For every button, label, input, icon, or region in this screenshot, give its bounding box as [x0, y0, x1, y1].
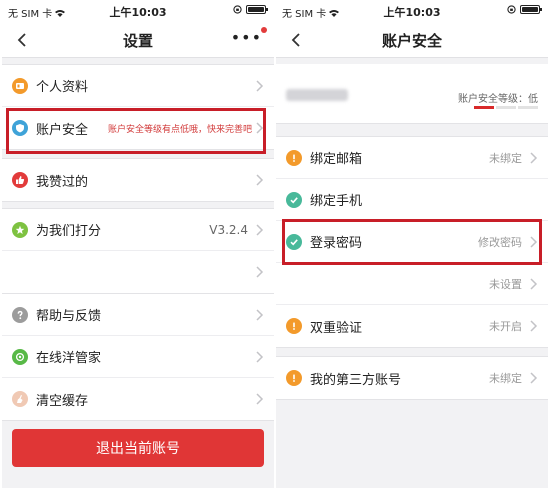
highlight-box [282, 219, 542, 265]
page-title: 账户安全 [381, 32, 442, 50]
chevron-right-icon [256, 309, 264, 321]
nav-bar: 账户安全 [276, 22, 548, 58]
app-version: V3.2.4 [209, 222, 248, 237]
security-group-third-party: 我的第三方账号 未绑定 [276, 356, 548, 400]
security-item-blank[interactable]: 未设置 [276, 263, 548, 305]
chevron-right-icon [256, 266, 264, 278]
more-icon[interactable]: ••• [231, 30, 262, 46]
settings-item-label: 为我们打分 [36, 224, 102, 239]
settings-group-likes: 我赞过的 [2, 158, 274, 202]
blurred-username [286, 89, 348, 101]
security-item-status: 未绑定 [489, 372, 522, 385]
status-bar: 无 SIM 卡 上午10:03 [2, 0, 274, 22]
settings-item-rate[interactable]: 为我们打分 V3.2.4 [2, 209, 274, 251]
chevron-right-icon [256, 174, 264, 186]
security-item-email[interactable]: 绑定邮箱 未绑定 [276, 137, 548, 179]
settings-item-label: 在线洋管家 [36, 351, 102, 366]
battery-icon [246, 5, 268, 14]
settings-item-label: 我赞过的 [36, 174, 89, 190]
help-icon [12, 306, 28, 323]
nav-bar: 设置 ••• [2, 22, 274, 58]
chevron-right-icon [530, 372, 538, 384]
chevron-right-icon [530, 320, 538, 332]
check-icon [286, 191, 302, 208]
settings-item-blank[interactable] [2, 251, 274, 293]
security-item-2fa[interactable]: 双重验证 未开启 [276, 305, 548, 347]
id-card-icon [12, 77, 28, 94]
chevron-right-icon [256, 351, 264, 363]
star-icon [12, 221, 28, 238]
notification-dot [261, 27, 267, 33]
chevron-right-icon [530, 152, 538, 164]
settings-group-support: 帮助与反馈 在线洋管家 清空缓存 [2, 293, 274, 421]
warning-icon [286, 370, 302, 386]
security-item-label: 绑定手机 [310, 194, 363, 209]
chevron-right-icon [530, 278, 538, 290]
highlight-box [6, 108, 266, 154]
account-security-screen: 无 SIM 卡 上午10:03 账户安全 账户安全等级：低 绑定邮箱 未绑定 绑… [276, 0, 548, 488]
settings-item-service[interactable]: 在线洋管家 [2, 336, 274, 378]
chevron-right-icon [256, 224, 264, 236]
settings-item-cache[interactable]: 清空缓存 [2, 378, 274, 420]
warning-icon [286, 318, 302, 334]
thumbs-up-icon [12, 172, 28, 188]
broom-icon [12, 391, 28, 407]
security-item-label: 双重验证 [310, 320, 363, 336]
rotation-lock-icon [507, 5, 516, 14]
rotation-lock-icon [233, 5, 242, 14]
security-item-label: 我的第三方账号 [310, 372, 402, 388]
security-level-bar [474, 106, 538, 109]
chat-icon [12, 348, 28, 365]
chevron-right-icon [256, 80, 264, 92]
settings-item-label: 清空缓存 [36, 393, 89, 409]
security-item-status: 未绑定 [489, 151, 522, 165]
security-item-phone[interactable]: 绑定手机 [276, 179, 548, 221]
security-level-label: 账户安全等级：低 [458, 94, 538, 105]
settings-screen: 无 SIM 卡 上午10:03 设置 ••• 个人资料 账户安全 账户安全等级有… [2, 0, 274, 488]
security-item-status: 未设置 [489, 277, 522, 291]
warning-icon [286, 149, 302, 166]
settings-item-liked[interactable]: 我赞过的 [2, 159, 274, 201]
settings-item-label: 帮助与反馈 [36, 309, 102, 324]
security-item-third-party[interactable]: 我的第三方账号 未绑定 [276, 357, 548, 399]
battery-icon [520, 5, 542, 14]
account-summary: 账户安全等级：低 [276, 64, 548, 124]
security-item-status: 未开启 [489, 320, 522, 333]
settings-item-profile[interactable]: 个人资料 [2, 65, 274, 107]
settings-item-help[interactable]: 帮助与反馈 [2, 294, 274, 336]
settings-item-label: 个人资料 [36, 80, 89, 95]
settings-group-app: 为我们打分 V3.2.4 [2, 208, 274, 294]
logout-button[interactable]: 退出当前账号 [12, 429, 264, 467]
status-bar: 无 SIM 卡 上午10:03 [276, 0, 548, 22]
chevron-right-icon [256, 393, 264, 405]
security-item-label: 绑定邮箱 [310, 152, 363, 167]
